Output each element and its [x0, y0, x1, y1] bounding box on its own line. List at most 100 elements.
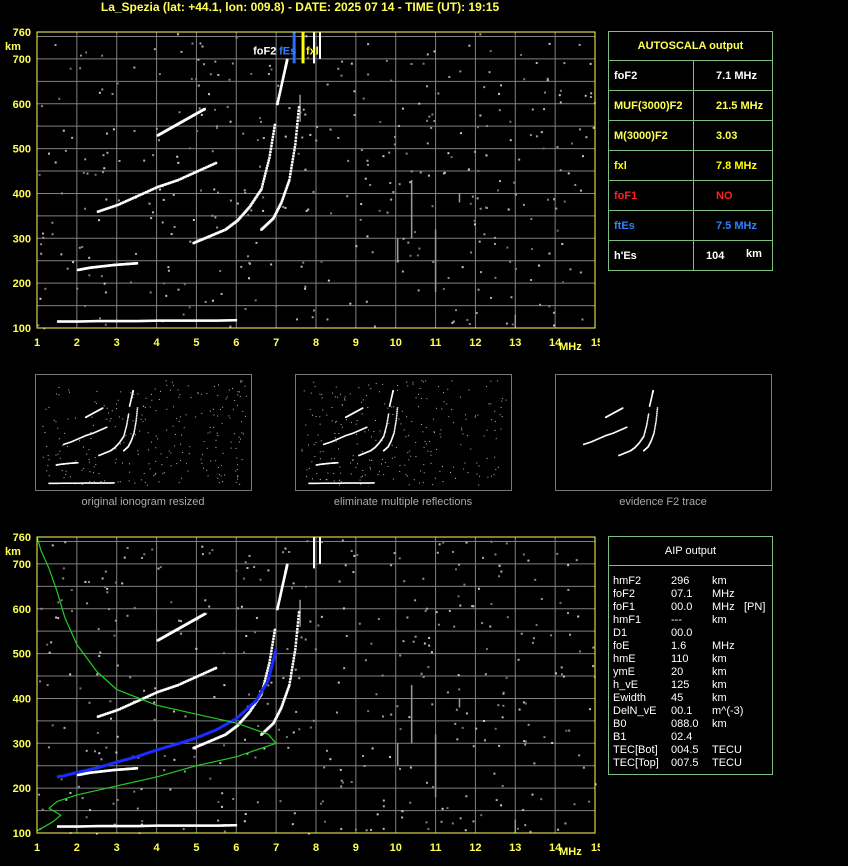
thumb-noise — [468, 389, 470, 391]
thumb-noise — [209, 410, 211, 412]
thumb-noise — [391, 457, 393, 459]
thumb-noise — [485, 386, 487, 388]
noise-dot — [451, 550, 454, 553]
noise-dot — [278, 728, 281, 731]
thumb-noise — [426, 443, 428, 445]
noise-dot — [229, 120, 232, 123]
noise-dot — [243, 820, 246, 823]
thumb-noise — [322, 409, 324, 411]
noise-dot — [493, 242, 496, 245]
thumb-noise — [215, 439, 217, 441]
noise-dot — [366, 235, 369, 238]
thumb-noise — [179, 416, 181, 418]
noise-dot — [70, 589, 73, 592]
thumb-noise — [399, 470, 401, 472]
thumb-noise — [129, 471, 131, 473]
noise-dot — [337, 67, 340, 70]
echo-point — [297, 614, 300, 617]
noise-dot — [243, 577, 246, 580]
thumb-trace — [127, 415, 130, 417]
thumb-noise — [58, 438, 60, 440]
noise-dot — [483, 233, 486, 236]
noise-dot — [371, 747, 374, 750]
echo-point — [290, 164, 294, 167]
noise-dot — [298, 728, 301, 731]
thumb-noise — [365, 395, 367, 397]
thumb-noise — [220, 465, 222, 467]
thumb-noise — [384, 403, 386, 405]
thumb-noise — [155, 472, 157, 474]
noise-dot — [405, 152, 408, 155]
noise-dot — [574, 183, 577, 186]
thumb-noise — [228, 389, 230, 391]
noise-dot — [88, 274, 91, 277]
aip-label: foF1 — [613, 601, 636, 613]
noise-dot — [474, 150, 477, 153]
noise-dot — [495, 799, 498, 802]
noise-dot — [414, 635, 417, 638]
noise-dot — [468, 323, 471, 326]
thumb-noise — [490, 403, 492, 405]
noise-dot — [115, 751, 118, 754]
echo-point — [263, 174, 267, 178]
noise-dot — [85, 816, 88, 819]
thumb-noise — [236, 468, 238, 470]
autoscala-label-1: MUF(3000)F2 — [608, 90, 694, 121]
noise-dot — [428, 636, 431, 639]
thumb-noise — [236, 404, 238, 406]
noise-dot — [270, 681, 273, 684]
noise-dot — [410, 63, 413, 66]
noise-dot — [48, 651, 51, 654]
noise-dot — [498, 92, 501, 95]
thumb-noise — [201, 462, 203, 464]
thumb-noise — [340, 424, 342, 426]
thumb-trace — [361, 407, 364, 409]
thumb-noise — [340, 472, 342, 474]
thumb-trace — [394, 427, 396, 430]
thumb-noise — [405, 436, 407, 438]
noise-dot — [571, 142, 574, 145]
echo-point — [203, 612, 206, 616]
noise-dot — [309, 620, 312, 623]
thumb-trace — [113, 482, 115, 484]
thumb-noise — [143, 406, 145, 408]
thumb-noise — [460, 444, 462, 446]
echo-point — [288, 681, 292, 684]
thumb-trace — [134, 424, 137, 427]
thumb-noise — [201, 393, 203, 395]
noise-dot — [244, 813, 247, 816]
noise-dot — [457, 674, 460, 677]
thumb-noise — [83, 467, 85, 469]
x-tick-label: 15 — [591, 337, 600, 349]
echo-point — [261, 182, 265, 186]
aip-row: B1 02.4 — [613, 731, 777, 744]
noise-dot — [116, 82, 119, 85]
thumb-noise — [420, 470, 422, 472]
noise-dot — [588, 708, 591, 711]
noise-dot — [103, 282, 106, 285]
thumb-trace — [384, 430, 386, 432]
noise-dot — [473, 219, 476, 222]
thumb-noise — [432, 484, 434, 486]
echo-point — [270, 649, 273, 653]
thumb-noise — [48, 475, 50, 477]
thumb-trace — [394, 422, 397, 425]
thumb-noise — [407, 452, 409, 454]
thumb-noise — [172, 384, 174, 386]
noise-dot — [177, 288, 180, 291]
aip-row: TEC[Top] 007.5 TECU — [613, 757, 777, 770]
thumb-trace — [394, 426, 396, 428]
thumb-trace — [395, 414, 398, 416]
thumb-noise — [222, 480, 224, 482]
x-tick-label: 2 — [74, 842, 80, 854]
noise-dot — [70, 610, 73, 613]
noise-dot — [104, 323, 107, 326]
noise-dot — [244, 561, 247, 564]
thumb-noise — [341, 404, 343, 406]
thumb-noise — [212, 426, 214, 428]
aip-unit: MHz — [712, 588, 735, 600]
noise-dot — [311, 316, 314, 319]
thumb-noise — [344, 396, 346, 398]
thumb-noise — [392, 478, 394, 480]
thumb-noise — [488, 403, 490, 405]
